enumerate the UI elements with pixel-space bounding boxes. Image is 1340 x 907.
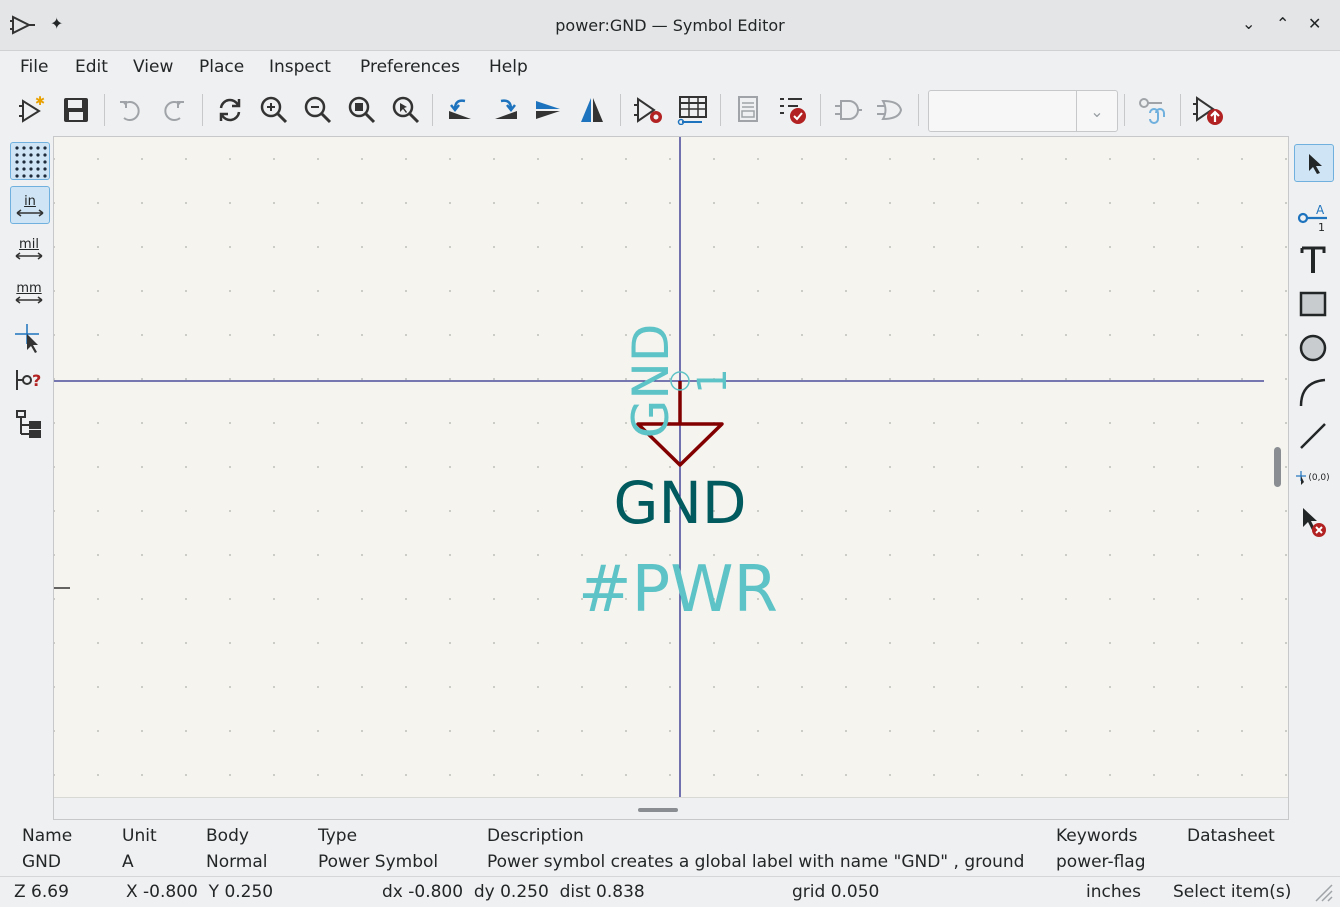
units-mm-button[interactable]: mm — [10, 274, 48, 310]
anchor-origin-icon[interactable]: (0,0) — [1294, 460, 1332, 496]
horizontal-scroll-area[interactable] — [54, 797, 1288, 819]
unit-select-combo[interactable]: ⌄ — [928, 90, 1118, 132]
redo-icon[interactable] — [156, 92, 192, 128]
svg-text:A: A — [1316, 203, 1325, 217]
pin-table-icon[interactable] — [674, 92, 710, 128]
zoom-objects-icon[interactable] — [388, 92, 424, 128]
add-arc-icon[interactable] — [1294, 374, 1332, 410]
horizontal-scroll-thumb[interactable] — [638, 808, 678, 812]
close-button[interactable]: ✕ — [1308, 14, 1321, 33]
body-style-2-icon[interactable] — [872, 92, 908, 128]
new-symbol-icon[interactable]: ✱ — [14, 92, 50, 128]
menu-view[interactable]: View — [133, 57, 173, 77]
header-type: Type — [318, 826, 358, 846]
refresh-icon[interactable] — [212, 92, 248, 128]
undo-icon[interactable] — [112, 92, 148, 128]
save-icon[interactable] — [58, 92, 94, 128]
status-mode: Select item(s) — [1173, 882, 1292, 902]
menu-help[interactable]: Help — [489, 57, 528, 77]
zoom-fit-icon[interactable] — [344, 92, 380, 128]
value-body: Normal — [206, 852, 268, 872]
add-circle-icon[interactable] — [1294, 330, 1332, 366]
title-bar: ✦ power:GND — Symbol Editor ⌄ ⌃ ✕ — [0, 0, 1340, 51]
show-pin-electrical-type-icon[interactable] — [1134, 92, 1170, 128]
menu-inspect[interactable]: Inspect — [269, 57, 331, 77]
status-grid: grid 0.050 — [792, 882, 880, 902]
value-unit: A — [122, 852, 134, 872]
svg-text:1: 1 — [1318, 221, 1325, 233]
vertical-scroll-thumb[interactable] — [1274, 447, 1281, 487]
svg-text:✱: ✱ — [35, 95, 45, 108]
header-description: Description — [487, 826, 584, 846]
value-description: Power symbol creates a global label with… — [487, 852, 1025, 872]
maximize-button[interactable]: ⌃ — [1276, 14, 1289, 33]
header-unit: Unit — [122, 826, 157, 846]
zoom-out-icon[interactable] — [300, 92, 336, 128]
pin-name-label: GND — [622, 324, 680, 439]
svg-text:?: ? — [32, 371, 41, 390]
double-arrow-icon — [16, 208, 44, 217]
symbol-drawing: 1 GND GND #PWR — [54, 137, 1264, 797]
units-inches-button[interactable]: in — [10, 186, 50, 224]
header-keywords: Keywords — [1056, 826, 1138, 846]
delete-tool-icon[interactable] — [1294, 504, 1332, 540]
symbol-properties-icon[interactable] — [630, 92, 666, 128]
add-pin-icon[interactable]: A1 — [1294, 198, 1332, 234]
show-pin-types-icon[interactable]: ? — [10, 362, 48, 398]
grid-toggle-icon[interactable] — [10, 142, 50, 180]
full-crosshair-icon[interactable] — [10, 320, 48, 356]
menu-preferences[interactable]: Preferences — [360, 57, 460, 77]
origin-label: (0,0) — [1308, 473, 1330, 483]
zoom-in-icon[interactable] — [256, 92, 292, 128]
value-keywords: power-flag — [1056, 852, 1146, 872]
status-zoom: Z 6.69 — [14, 882, 69, 902]
anchor-cursor-icon — [1296, 471, 1307, 485]
reference-field-label: #PWR — [578, 553, 778, 627]
header-datasheet: Datasheet — [1187, 826, 1275, 846]
check-icon[interactable] — [774, 92, 810, 128]
pin-number-label: 1 — [690, 368, 736, 393]
status-delta: dx -0.800 dy 0.250 dist 0.838 — [382, 882, 645, 902]
header-body: Body — [206, 826, 249, 846]
main-toolbar: ✱ ⌄ — [0, 88, 1340, 134]
symbol-properties-panel: Name Unit Body Type Description Keywords… — [0, 820, 1340, 876]
value-type: Power Symbol — [318, 852, 439, 872]
select-tool-icon[interactable] — [1294, 144, 1334, 182]
add-rectangle-icon[interactable] — [1294, 286, 1332, 322]
status-units: inches — [1086, 882, 1141, 902]
status-bar: Z 6.69 X -0.800 Y 0.250 dx -0.800 dy 0.2… — [0, 876, 1340, 905]
units-mils-label: mil — [19, 236, 39, 252]
window-title: power:GND — Symbol Editor — [555, 16, 785, 35]
value-name: GND — [22, 852, 61, 872]
menu-edit[interactable]: Edit — [75, 57, 108, 77]
status-cursor-xy: X -0.800 Y 0.250 — [126, 882, 274, 902]
mirror-h-icon[interactable] — [574, 92, 610, 128]
datasheet-icon[interactable] — [730, 92, 766, 128]
double-arrow-icon — [15, 295, 43, 304]
minimize-button[interactable]: ⌄ — [1242, 14, 1255, 33]
menu-file[interactable]: File — [20, 57, 48, 77]
mirror-v-icon[interactable] — [530, 92, 566, 128]
chevron-down-icon: ⌄ — [1076, 91, 1117, 131]
add-text-icon[interactable] — [1294, 242, 1332, 278]
units-mm-label: mm — [16, 280, 42, 296]
units-inches-label: in — [24, 193, 36, 209]
hierarchy-panel-icon[interactable] — [10, 406, 48, 442]
body-style-1-icon[interactable] — [830, 92, 866, 128]
double-arrow-icon — [15, 251, 43, 260]
add-symbol-to-schematic-icon[interactable] — [1190, 92, 1226, 128]
menu-bar: File Edit View Place Inspect Preferences… — [0, 52, 1340, 82]
add-line-icon[interactable] — [1294, 418, 1332, 454]
header-name: Name — [22, 826, 73, 846]
units-mils-button[interactable]: mil — [10, 230, 48, 266]
drawing-canvas[interactable]: 1 GND GND #PWR — [53, 136, 1289, 820]
rotate-cw-icon[interactable] — [488, 92, 524, 128]
menu-place[interactable]: Place — [199, 57, 244, 77]
resize-grip-icon[interactable] — [1312, 881, 1334, 907]
value-field-label: GND — [614, 469, 747, 537]
rotate-ccw-icon[interactable] — [442, 92, 478, 128]
